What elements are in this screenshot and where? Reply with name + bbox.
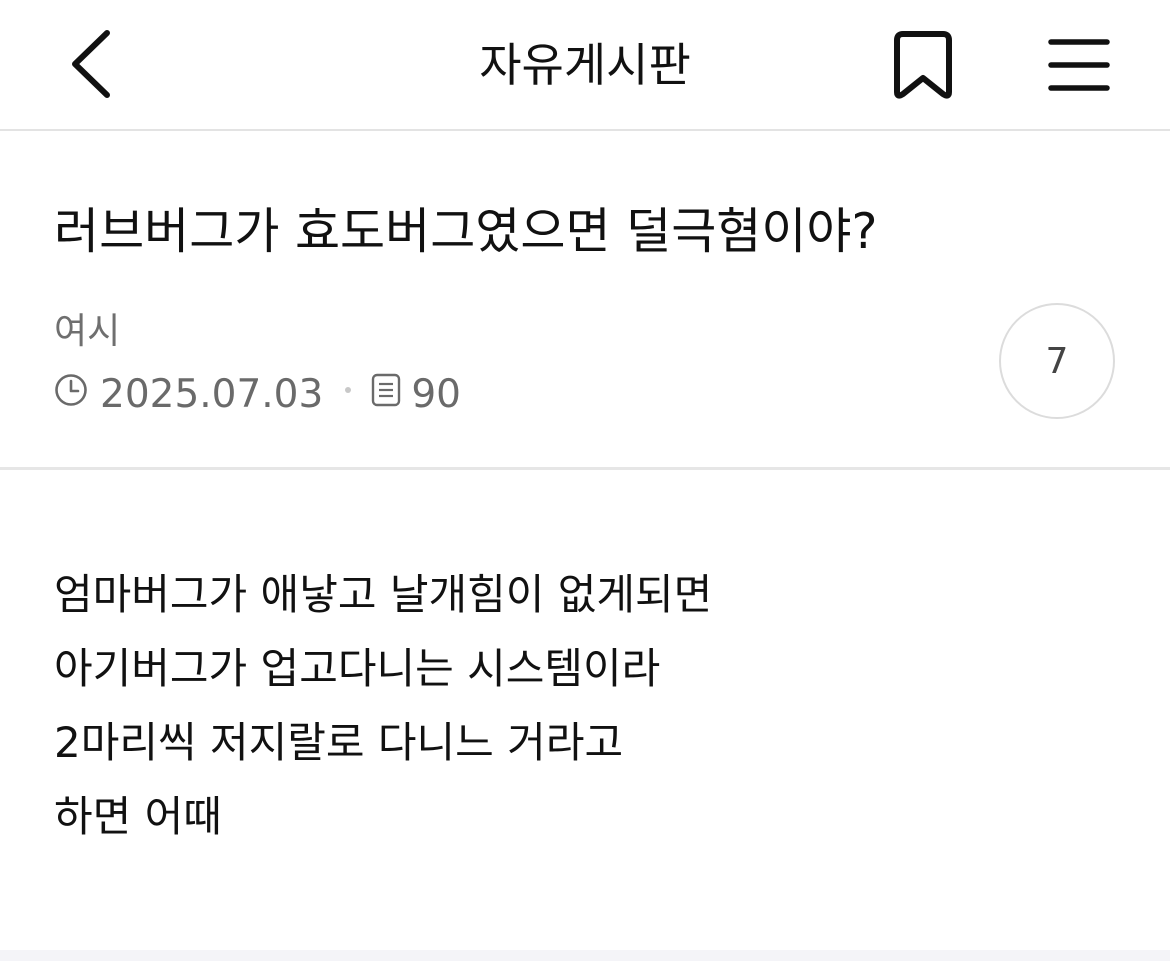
views-icon xyxy=(371,372,401,417)
menu-button[interactable] xyxy=(1036,24,1122,110)
post-meta: 2025.07.03 90 xyxy=(54,369,461,419)
content-separator xyxy=(0,950,1170,961)
post-header: 러브버그가 효도버그였으면 덜극혐이야? 여시 2025.07.03 90 7 xyxy=(0,131,1170,470)
meta-separator xyxy=(345,387,352,393)
author-name[interactable]: 여시 xyxy=(54,309,120,355)
bookmark-icon xyxy=(893,30,953,104)
post-title: 러브버그가 효도버그였으면 덜극혐이야? xyxy=(54,203,878,260)
body-line: 2마리씩 저지랄로 다니느 거라고 xyxy=(54,718,624,767)
clock-icon xyxy=(54,372,88,417)
bookmark-button[interactable] xyxy=(880,24,966,110)
body-line: 엄마버그가 애낳고 날개힘이 없게되면 xyxy=(54,570,713,619)
top-navigation-bar: 자유게시판 xyxy=(0,0,1170,131)
post-date: 2025.07.03 xyxy=(100,371,324,417)
body-line: 아기버그가 업고다니는 시스템이라 xyxy=(54,644,661,693)
menu-icon xyxy=(1048,37,1110,97)
back-icon xyxy=(69,29,115,103)
comment-count-button[interactable]: 7 xyxy=(999,303,1115,419)
back-button[interactable] xyxy=(52,22,132,110)
post-body: 엄마버그가 애낳고 날개힘이 없게되면 아기버그가 업고다니는 시스템이라 2마… xyxy=(54,558,1114,854)
board-title: 자유게시판 xyxy=(479,38,691,92)
body-line: 하면 어때 xyxy=(54,792,222,841)
view-count: 90 xyxy=(411,371,461,417)
